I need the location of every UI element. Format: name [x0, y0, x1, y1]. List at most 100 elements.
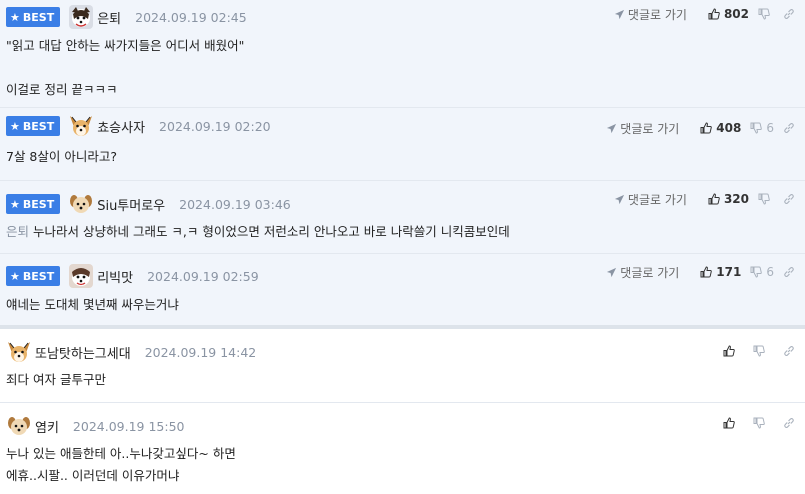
copy-link-button[interactable]	[783, 266, 795, 278]
thumbs-down-icon	[753, 345, 765, 357]
comment-actions	[714, 341, 795, 361]
best-badge: ★ BEST	[6, 266, 61, 286]
comment-item: ★ BEST 쵸승사자 2024.09.19 02:20 댓글로 가기 408 6	[0, 108, 805, 181]
link-icon	[784, 193, 794, 205]
downvote-button[interactable]	[753, 345, 769, 357]
downvote-button[interactable]	[758, 8, 774, 20]
copy-link-button[interactable]	[783, 122, 795, 134]
thumbs-up-icon	[700, 122, 713, 134]
link-icon	[784, 8, 794, 20]
downvote-button[interactable]: 6	[750, 265, 774, 279]
avatar[interactable]	[68, 113, 94, 139]
goto-reply-link[interactable]: 댓글로 가기	[606, 264, 679, 281]
comment-text: 은퇴 누나라서 상냥하네 그래도 ㅋ,ㅋ 형이었으면 저런소리 안나오고 바로 나…	[6, 224, 510, 239]
downvote-button[interactable]	[758, 193, 774, 205]
nickname[interactable]: Siu투머로우	[97, 195, 165, 214]
comment-header: ★ BEST 쵸승사자 2024.09.19 02:20	[6, 113, 271, 139]
comment-header: ★ BEST Siu투머로우 2024.09.19 03:46	[6, 191, 291, 217]
comment-actions: 댓글로 가기 171 6	[606, 262, 795, 282]
comment-list: ★ BEST 은퇴 2024.09.19 02:45 댓글로 가기 802 "읽…	[0, 0, 805, 494]
upvote-button[interactable]	[723, 417, 739, 429]
comment-header: 또남탓하는그세대 2024.09.19 14:42	[6, 339, 256, 365]
link-icon	[784, 417, 794, 429]
comment-actions	[714, 413, 795, 433]
nickname[interactable]: 리빅맛	[97, 267, 133, 286]
comment-header: ★ BEST 은퇴 2024.09.19 02:45	[6, 4, 247, 30]
upvote-count: 408	[716, 121, 742, 135]
comment-header: ★ BEST 리빅맛 2024.09.19 02:59	[6, 263, 259, 289]
paper-plane-icon	[607, 123, 617, 133]
comment-item: ★ BEST 은퇴 2024.09.19 02:45 댓글로 가기 802 "읽…	[0, 0, 805, 108]
comment-item: 또남탓하는그세대 2024.09.19 14:42 죄다 여자 글투구만	[0, 329, 805, 403]
upvote-count: 320	[723, 192, 749, 206]
thumbs-down-icon	[758, 8, 770, 20]
thumbs-down-icon	[750, 266, 763, 278]
paper-plane-icon	[614, 194, 625, 204]
comment-date: 2024.09.19 02:45	[135, 9, 247, 25]
downvote-button[interactable]	[753, 417, 769, 429]
copy-link-button[interactable]	[783, 417, 795, 429]
best-badge: ★ BEST	[6, 194, 61, 214]
comment-text: 7살 8살이 아니라고?	[6, 149, 117, 164]
avatar[interactable]	[68, 191, 94, 217]
paper-plane-icon	[614, 9, 625, 19]
comment-date: 2024.09.19 03:46	[179, 196, 291, 212]
avatar[interactable]	[68, 4, 94, 30]
comment-header: 염키 2024.09.19 15:50	[6, 413, 185, 439]
link-icon	[784, 122, 794, 134]
best-badge: ★ BEST	[6, 116, 61, 136]
thumbs-up-icon	[708, 8, 720, 20]
star-icon: ★	[10, 269, 20, 283]
avatar[interactable]	[6, 339, 32, 365]
goto-reply-link[interactable]: 댓글로 가기	[614, 191, 687, 208]
upvote-button[interactable]: 802	[708, 7, 749, 21]
link-icon	[784, 345, 794, 357]
thumbs-up-icon	[708, 193, 720, 205]
best-badge: ★ BEST	[6, 7, 61, 27]
downvote-count: 6	[766, 121, 774, 135]
thumbs-up-icon	[723, 417, 735, 429]
comment-item: ★BEST 리빅맛 2024.09.19 02:59 댓글로 가기 171 6	[0, 254, 805, 329]
paper-plane-icon	[607, 267, 617, 277]
downvote-count: 6	[766, 265, 774, 279]
comment-text: "읽고 대답 안하는 싸가지들은 어디서 배웠어" 이걸로 정리 끝ㅋㅋㅋ	[6, 38, 245, 97]
comment-item: 염키 2024.09.19 15:50 누나 있는 애들한테 아..누나갖고싶다…	[0, 403, 805, 494]
goto-reply-link[interactable]: 댓글로 가기	[606, 120, 679, 137]
upvote-count: 171	[716, 265, 742, 279]
comment-text: 죄다 여자 글투구만	[6, 372, 106, 387]
upvote-button[interactable]: 408	[700, 121, 741, 135]
copy-link-button[interactable]	[783, 8, 795, 20]
downvote-button[interactable]: 6	[750, 121, 774, 135]
comment-date: 2024.09.19 14:42	[144, 344, 257, 360]
comment-text: 누나 있는 애들한테 아..누나갖고싶다~ 하면 에휴..시팔.. 이러던데 이…	[6, 446, 236, 483]
comment-date: 2024.09.19 02:20	[159, 118, 271, 134]
mention[interactable]: 은퇴	[6, 224, 29, 239]
comment-actions: 댓글로 가기 408 6	[606, 118, 795, 138]
link-icon	[784, 266, 794, 278]
thumbs-up-icon	[700, 266, 713, 278]
upvote-button[interactable]: 320	[708, 192, 749, 206]
thumbs-down-icon	[758, 193, 770, 205]
avatar[interactable]	[68, 263, 94, 289]
star-icon: ★	[10, 10, 20, 24]
avatar[interactable]	[6, 413, 32, 439]
nickname[interactable]: 쵸승사자	[97, 117, 145, 136]
comment-actions: 댓글로 가기 802	[614, 4, 795, 24]
copy-link-button[interactable]	[783, 345, 795, 357]
upvote-button[interactable]: 171	[700, 265, 741, 279]
copy-link-button[interactable]	[783, 193, 795, 205]
nickname[interactable]: 염키	[35, 417, 59, 436]
upvote-count: 802	[723, 7, 749, 21]
comment-actions: 댓글로 가기 320	[614, 189, 795, 209]
star-icon: ★	[10, 197, 20, 211]
comment-item: ★ BEST Siu투머로우 2024.09.19 03:46 댓글로 가기 32…	[0, 181, 805, 254]
nickname[interactable]: 은퇴	[97, 8, 121, 27]
goto-reply-link[interactable]: 댓글로 가기	[614, 6, 687, 23]
nickname[interactable]: 또남탓하는그세대	[35, 343, 131, 362]
comment-date: 2024.09.19 02:59	[147, 268, 259, 284]
star-icon: ★	[10, 119, 20, 133]
thumbs-down-icon	[753, 417, 765, 429]
thumbs-down-icon	[750, 122, 763, 134]
thumbs-up-icon	[723, 345, 735, 357]
upvote-button[interactable]	[723, 345, 739, 357]
